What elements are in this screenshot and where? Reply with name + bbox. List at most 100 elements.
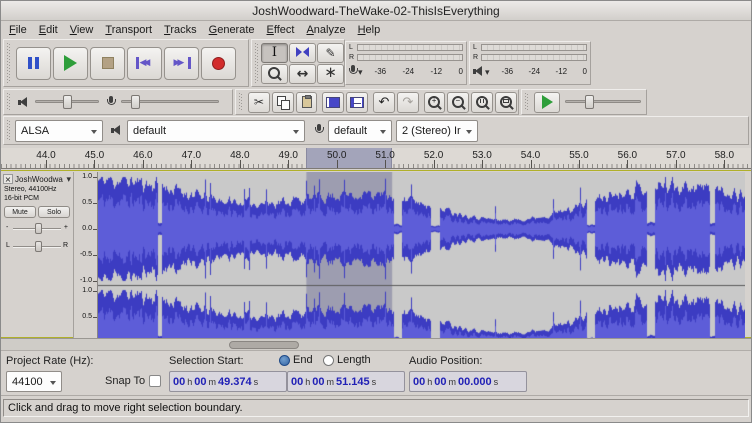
time-minutes[interactable]: 00 (312, 376, 324, 388)
paste-button[interactable] (296, 92, 318, 113)
scale-label: -1.0 (80, 277, 92, 284)
project-rate-select[interactable]: 44100 (6, 371, 62, 392)
multi-tool-button[interactable] (317, 64, 344, 84)
undo-button[interactable] (373, 92, 395, 113)
copy-button[interactable] (272, 92, 294, 113)
menu-item[interactable]: Effect (261, 23, 301, 37)
time-shift-tool-button[interactable] (289, 64, 316, 84)
waveform-canvas[interactable] (98, 172, 745, 338)
close-track-button[interactable] (3, 174, 13, 184)
toolbar-grip[interactable] (524, 93, 530, 111)
meter-scale-label: -24 (403, 67, 415, 76)
toolbar-grip[interactable] (6, 120, 12, 141)
play-at-speed-toolbar (521, 89, 647, 115)
menu-item[interactable]: View (64, 23, 100, 37)
audio-position-time[interactable]: 00 h 00 m 00.000 s (409, 371, 527, 392)
slider-thumb[interactable] (35, 241, 42, 252)
mute-button[interactable]: Mute (4, 206, 36, 218)
time-unit-h: h (305, 377, 310, 387)
menu-item[interactable]: Analyze (300, 23, 351, 37)
menu-item[interactable]: Help (352, 23, 387, 37)
horizontal-scrollbar-thumb[interactable] (229, 341, 299, 349)
menu-item[interactable]: File (3, 23, 33, 37)
selection-tool-button[interactable] (261, 43, 288, 63)
titlebar[interactable]: JoshWoodward-TheWake-02-ThisIsEverything (1, 1, 751, 21)
project-rate-value: 44100 (12, 376, 43, 388)
snap-to-checkbox[interactable] (149, 375, 161, 387)
silence-audio-button[interactable] (346, 92, 368, 113)
timeline-label: 45.0 (85, 150, 104, 161)
toolbar-grip[interactable] (254, 43, 258, 83)
stop-button[interactable] (90, 47, 125, 80)
toolbar-grip[interactable] (6, 43, 12, 83)
selection-end-time[interactable]: 00 h 00 m 51.145 s (287, 371, 405, 392)
time-seconds[interactable]: 49.374 (218, 376, 252, 388)
radio-length[interactable]: Length (323, 354, 371, 366)
scale-tick (93, 229, 97, 230)
recording-channels-select[interactable]: 2 (Stereo) Ir (396, 120, 478, 142)
play-speed-slider[interactable] (563, 94, 643, 110)
horizontal-scrollbar[interactable] (1, 338, 751, 350)
vertical-scale-ruler[interactable]: 1.00.50.0-0.5-1.01.00.5 (74, 172, 98, 338)
recording-meter-toolbar[interactable]: L R -36-24-120 (345, 41, 467, 85)
time-unit-s: s (494, 377, 499, 387)
zoom-fit-project-button[interactable] (495, 92, 517, 113)
recording-device-select[interactable]: default (328, 120, 392, 142)
menu-item[interactable]: Tracks (158, 23, 203, 37)
time-hours[interactable]: 00 (413, 376, 425, 388)
solo-button[interactable]: Solo (38, 206, 70, 218)
menu-item[interactable]: Generate (203, 23, 261, 37)
menu-item[interactable]: Transport (99, 23, 158, 37)
gain-slider[interactable]: - + (4, 221, 70, 236)
playback-volume-slider[interactable] (33, 94, 101, 110)
time-seconds[interactable]: 51.145 (336, 376, 370, 388)
track-menu-icon[interactable] (66, 173, 71, 185)
record-icon (212, 57, 225, 70)
skip-to-end-button[interactable] (164, 47, 199, 80)
cut-button[interactable] (248, 92, 270, 113)
time-hours[interactable]: 00 (173, 376, 185, 388)
time-minutes[interactable]: 00 (434, 376, 446, 388)
scale-label: 0.5 (82, 313, 92, 320)
toolbar-grip[interactable] (238, 93, 244, 111)
skip-to-start-button[interactable] (127, 47, 162, 80)
selection-start-time[interactable]: 00 h 00 m 49.374 s (169, 371, 287, 392)
time-minutes[interactable]: 00 (194, 376, 206, 388)
slider-thumb[interactable] (585, 95, 594, 109)
zoom-out-button[interactable] (447, 92, 469, 113)
trim-audio-button[interactable] (322, 92, 344, 113)
playback-meter-toolbar[interactable]: L R -36-24-120 (469, 41, 591, 85)
slider-thumb[interactable] (131, 95, 140, 109)
menu-item[interactable]: Edit (33, 23, 64, 37)
pause-button[interactable] (16, 47, 51, 80)
playback-meter-bar-left (481, 44, 587, 51)
redo-button[interactable] (397, 92, 419, 113)
play-at-speed-button[interactable] (534, 92, 560, 113)
time-hours[interactable]: 00 (291, 376, 303, 388)
time-seconds[interactable]: 00.000 (458, 376, 492, 388)
slider-thumb[interactable] (35, 223, 42, 234)
play-button[interactable] (53, 47, 88, 80)
timeline-ruler[interactable]: 44.045.046.047.048.049.050.051.052.053.0… (1, 148, 751, 169)
zoom-in-button[interactable] (424, 92, 446, 113)
radio-length-label: Length (337, 354, 371, 366)
time-unit-m: m (209, 377, 217, 387)
playback-device-select[interactable]: default (127, 120, 305, 142)
recording-volume-slider[interactable] (119, 94, 221, 110)
meter-scale-label: -12 (431, 67, 443, 76)
radio-end[interactable]: End (279, 354, 313, 366)
window-title: JoshWoodward-TheWake-02-ThisIsEverything (252, 4, 499, 18)
toolbar-grip[interactable] (6, 93, 12, 111)
project-rate-label: Project Rate (Hz): (6, 355, 93, 367)
track-title[interactable]: JoshWoodwa (15, 175, 65, 184)
record-button[interactable] (201, 47, 236, 80)
zoom-tool-button[interactable] (261, 64, 288, 84)
scale-label: -0.5 (80, 251, 92, 258)
slider-thumb[interactable] (63, 95, 72, 109)
draw-tool-button[interactable] (317, 43, 344, 63)
envelope-tool-button[interactable] (289, 43, 316, 63)
audio-host-select[interactable]: ALSA (15, 120, 103, 142)
timeline-label: 49.0 (279, 150, 298, 161)
pan-slider[interactable]: L R (4, 239, 70, 254)
zoom-to-selection-button[interactable] (471, 92, 493, 113)
